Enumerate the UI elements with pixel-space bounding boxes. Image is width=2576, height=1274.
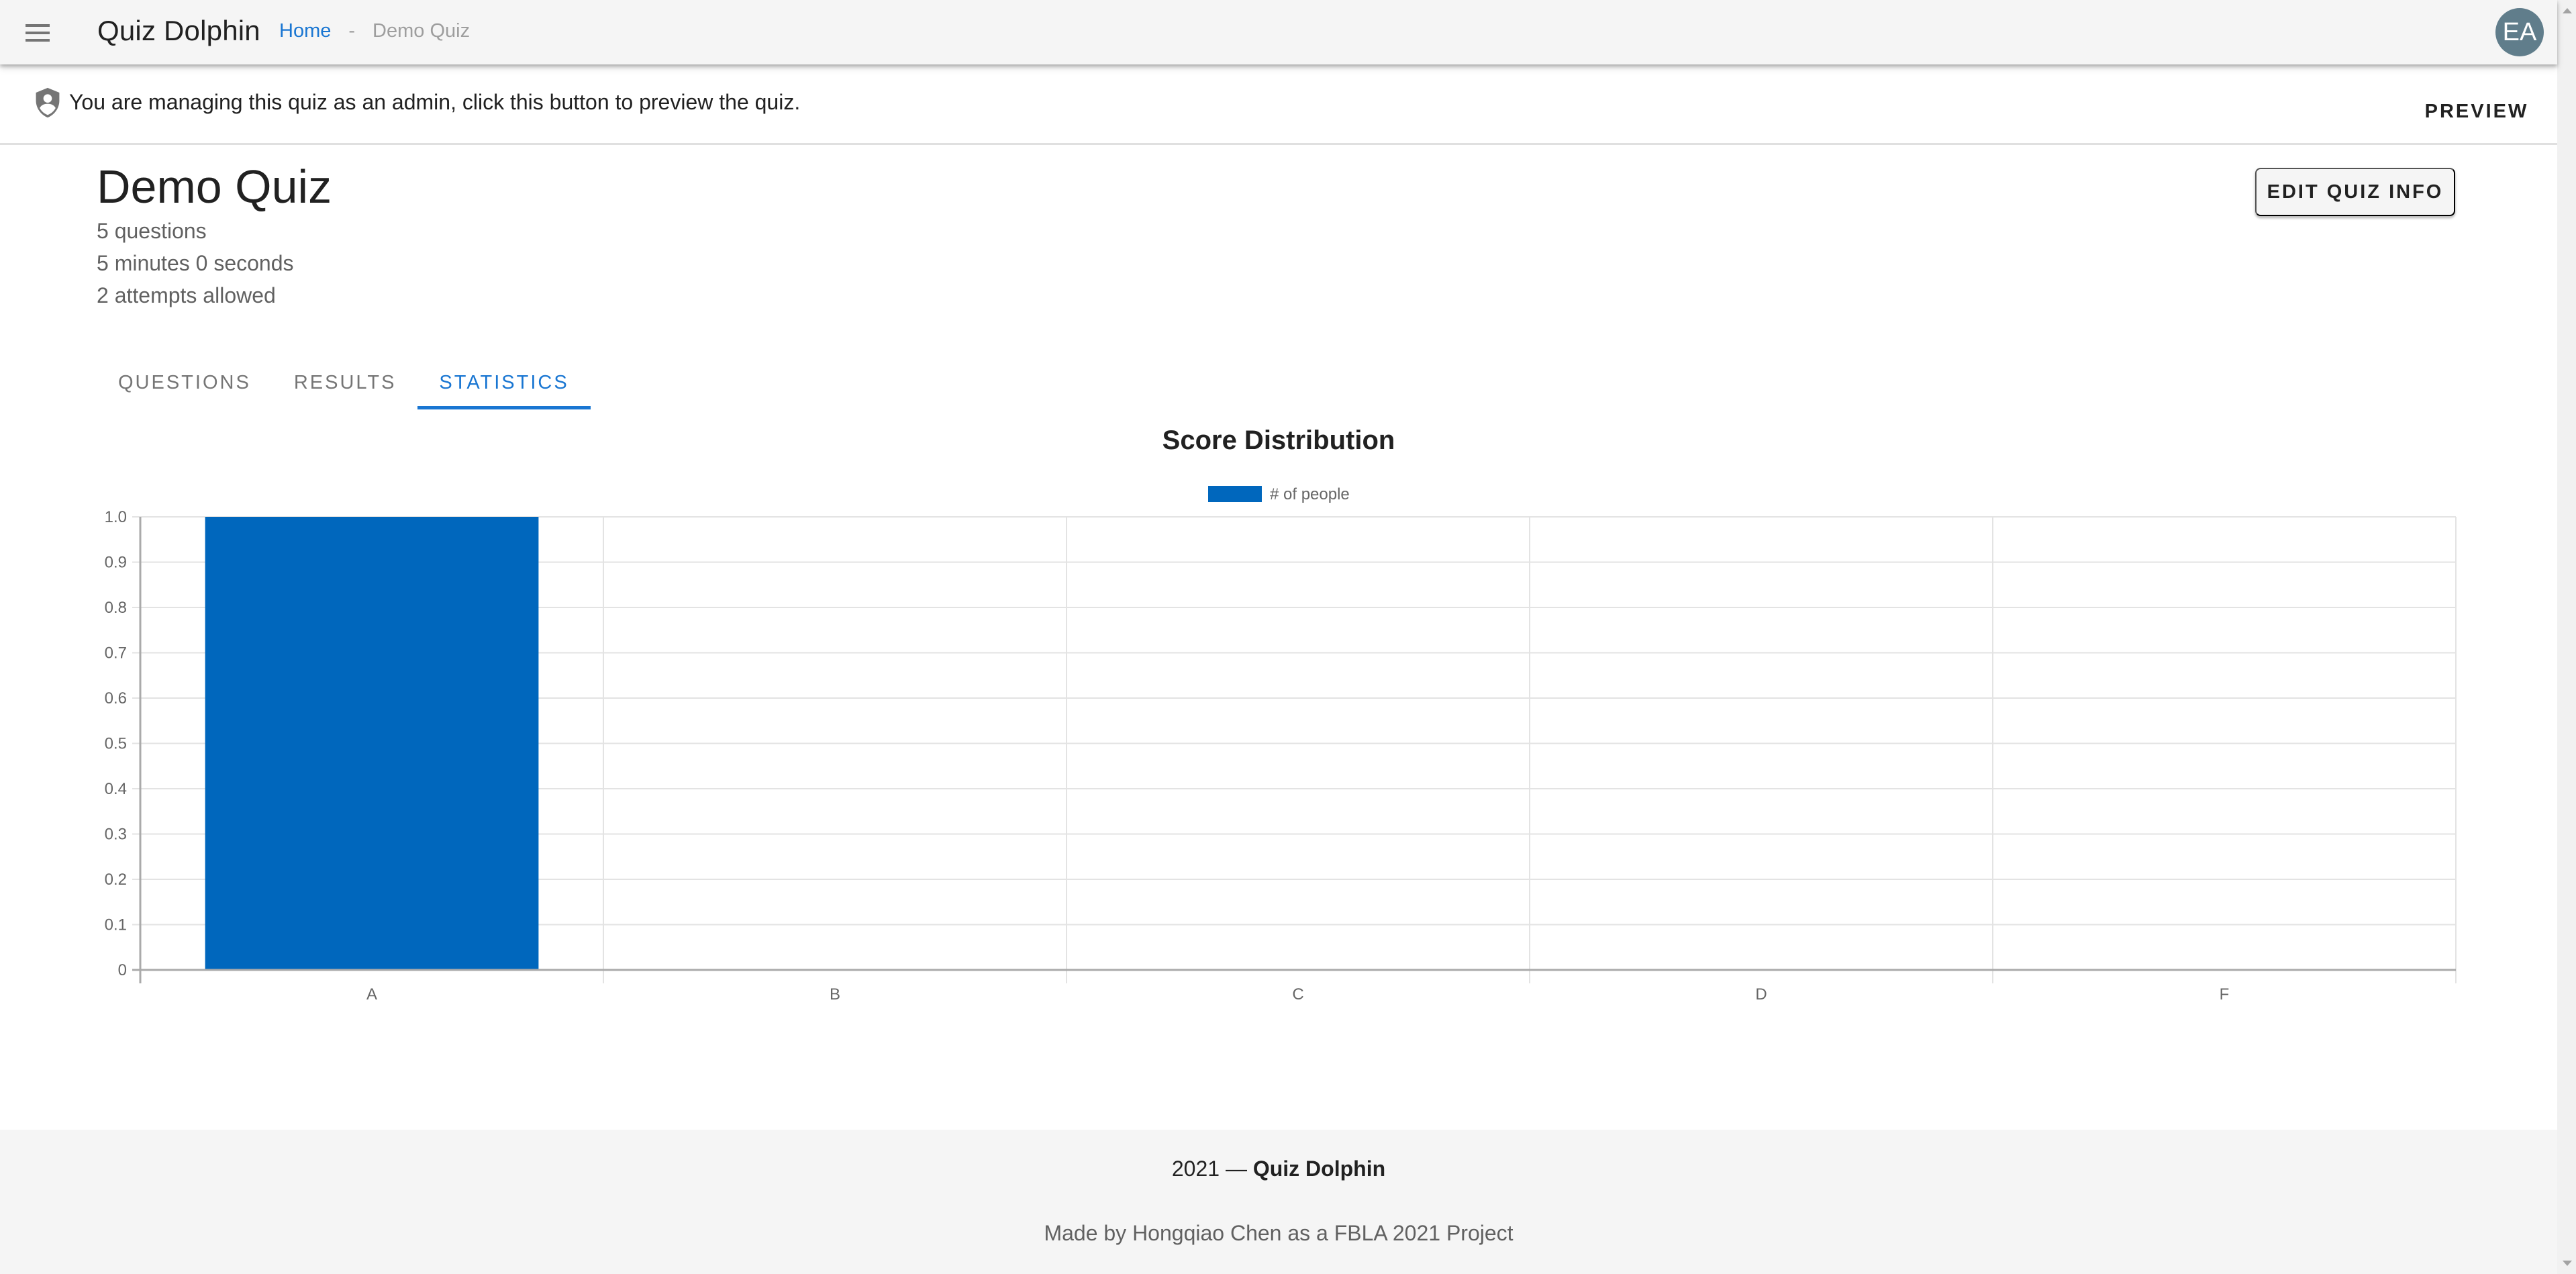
vertical-scrollbar[interactable] bbox=[2557, 0, 2576, 1274]
legend-label: # of people bbox=[1270, 485, 1350, 503]
quiz-question-count: 5 questions bbox=[97, 219, 207, 243]
x-tick-label: A bbox=[366, 985, 377, 1003]
x-tick-label: D bbox=[1755, 985, 1767, 1003]
y-tick-label: 0.3 bbox=[105, 826, 127, 844]
edit-quiz-info-button[interactable]: EDIT QUIZ INFO bbox=[2255, 168, 2455, 216]
y-tick-label: 0.5 bbox=[105, 735, 127, 753]
y-tick-label: 0.6 bbox=[105, 689, 127, 707]
quiz-time-limit: 5 minutes 0 seconds bbox=[97, 251, 294, 275]
legend-swatch bbox=[1208, 486, 1262, 502]
admin-banner: You are managing this quiz as an admin, … bbox=[0, 64, 2557, 145]
shield-account-icon bbox=[36, 87, 60, 118]
x-tick-label: F bbox=[2220, 985, 2230, 1003]
footer-brand: Quiz Dolphin bbox=[1252, 1157, 1386, 1181]
score-distribution-chart: # of people 0 0.1 0.2 0.3 0.4 0.5 0.6 0.7 0.8 0.9 1… bbox=[105, 485, 2457, 1003]
tab-statistics[interactable]: STATISTICS bbox=[417, 356, 591, 409]
footer-year: 2021 — bbox=[1171, 1157, 1247, 1181]
y-tick-label: 0.8 bbox=[105, 599, 127, 617]
quiz-title: Demo Quiz bbox=[97, 160, 332, 213]
breadcrumb: Home - Demo Quiz bbox=[279, 20, 470, 42]
chart-title: Score Distribution bbox=[1162, 426, 1395, 455]
breadcrumb-home-link[interactable]: Home bbox=[279, 20, 331, 42]
preview-button[interactable]: PREVIEW bbox=[2416, 91, 2537, 132]
breadcrumb-separator: - bbox=[348, 20, 356, 42]
footer-copyright: 2021 — Quiz Dolphin bbox=[0, 1157, 2557, 1181]
scroll-down-arrow-icon[interactable] bbox=[2563, 1261, 2572, 1266]
user-avatar[interactable]: EA bbox=[2495, 8, 2544, 56]
scroll-up-arrow-icon[interactable] bbox=[2563, 8, 2572, 13]
y-tick-label: 0.7 bbox=[105, 644, 127, 663]
tab-bar: QUESTIONS RESULTS STATISTICS bbox=[97, 356, 591, 409]
bar-a bbox=[205, 517, 539, 970]
x-tick-label: C bbox=[1292, 985, 1303, 1003]
y-tick-label: 0 bbox=[118, 961, 127, 979]
y-tick-label: 1.0 bbox=[105, 508, 127, 526]
app-bar: Quiz Dolphin Home - Demo Quiz EA bbox=[0, 0, 2557, 64]
footer: 2021 — Quiz Dolphin Made by Hongqiao Che… bbox=[0, 1130, 2557, 1274]
y-tick-label: 0.2 bbox=[105, 871, 127, 889]
app-title: Quiz Dolphin bbox=[97, 15, 260, 46]
admin-banner-text: You are managing this quiz as an admin, … bbox=[69, 90, 801, 114]
tab-results[interactable]: RESULTS bbox=[273, 356, 418, 409]
footer-credit: Made by Hongqiao Chen as a FBLA 2021 Pro… bbox=[1044, 1221, 1514, 1245]
y-tick-label: 0.9 bbox=[105, 554, 127, 572]
breadcrumb-current: Demo Quiz bbox=[373, 20, 470, 42]
quiz-attempts: 2 attempts allowed bbox=[97, 283, 276, 307]
y-tick-label: 0.4 bbox=[105, 780, 127, 798]
y-tick-label: 0.1 bbox=[105, 916, 127, 934]
hamburger-menu-icon[interactable] bbox=[26, 24, 50, 42]
page: Quiz Dolphin Home - Demo Quiz EA You are… bbox=[0, 0, 2557, 1274]
tab-questions[interactable]: QUESTIONS bbox=[97, 356, 273, 409]
x-tick-label: B bbox=[830, 985, 840, 1003]
